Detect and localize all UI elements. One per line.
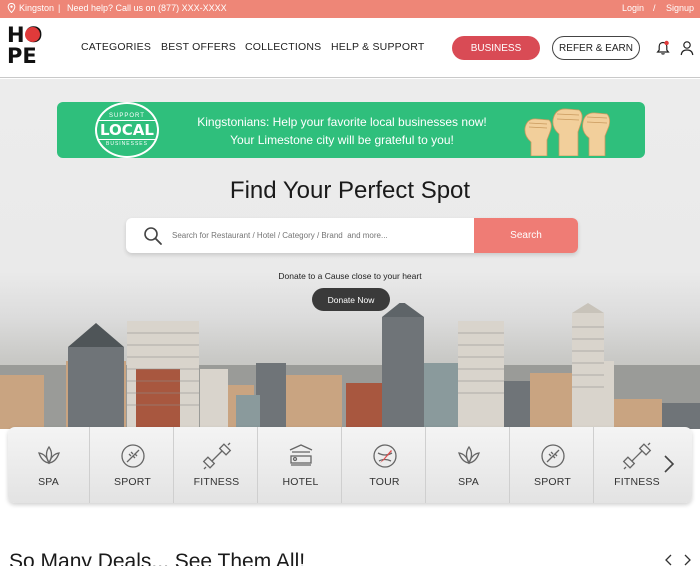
search-input[interactable] [172, 226, 462, 245]
category-sport[interactable]: SPORT [92, 427, 174, 503]
chevron-left-icon [665, 554, 672, 566]
banner-line-2: Your Limestone city will be grateful to … [230, 133, 454, 147]
top-bar: Kingston | Need help? Call us on (877) X… [0, 0, 700, 18]
hotel-bed-icon [289, 444, 312, 466]
nav-categories[interactable]: CATEGORIES [81, 41, 151, 53]
category-tour[interactable]: TOUR [344, 427, 426, 503]
topbar-separator: | [58, 3, 61, 13]
football-icon [120, 444, 145, 468]
lotus-icon [457, 445, 480, 465]
location-pin-icon [7, 3, 16, 13]
location-label: Kingston [19, 3, 55, 13]
football-icon [540, 444, 565, 468]
category-fitness[interactable]: FITNESS [176, 427, 258, 503]
chevron-right-icon[interactable] [660, 453, 678, 475]
stamp-top-text: SUPPORT [109, 113, 145, 119]
business-button[interactable]: BUSINESS [452, 36, 540, 60]
main-header: HO PE CATEGORIES BEST OFFERS COLLECTIONS… [0, 18, 700, 78]
user-profile-icon[interactable] [680, 40, 694, 56]
chevron-right-icon [684, 554, 691, 566]
donate-text: Donate to a Cause close to your heart [278, 271, 422, 281]
category-spa[interactable]: SPA [428, 427, 510, 503]
banner-line-1: Kingstonians: Help your favorite local b… [197, 115, 487, 129]
search-button[interactable]: Search [474, 218, 578, 253]
category-label: SPORT [114, 476, 151, 488]
search-bar: Search [126, 218, 578, 253]
location-selector[interactable]: Kingston [7, 3, 54, 13]
nav-collections[interactable]: COLLECTIONS [245, 41, 321, 53]
hope-logo[interactable]: HO PE [7, 25, 43, 69]
category-label: HOTEL [282, 476, 319, 488]
auth-separator: / [653, 3, 656, 13]
support-local-stamp: SUPPORT LOCAL BUSINESSES [95, 102, 159, 158]
maple-leaf-icon [25, 27, 40, 42]
deals-heading: So Many Deals... See Them All! [9, 550, 306, 566]
dumbbell-icon [202, 442, 231, 470]
logo-row-2: PE [7, 44, 37, 68]
city-skyline-image [0, 303, 700, 429]
dumbbell-icon [622, 442, 652, 470]
signup-link[interactable]: Signup [666, 3, 694, 13]
deals-carousel-arrows[interactable] [663, 554, 693, 566]
hero-title: Find Your Perfect Spot [229, 177, 471, 204]
category-sport[interactable]: SPORT [512, 427, 594, 503]
category-spa[interactable]: SPA [8, 427, 90, 503]
help-phone-text: Need help? Call us on (877) XXX-XXXX [67, 3, 227, 13]
globe-plane-icon [372, 444, 397, 468]
login-link[interactable]: Login [622, 3, 644, 13]
category-label: SPORT [534, 476, 571, 488]
category-hotel[interactable]: HOTEL [260, 427, 342, 503]
raised-fists-illustration [524, 108, 611, 156]
category-label: FITNESS [614, 476, 660, 488]
nav-best-offers[interactable]: BEST OFFERS [161, 41, 236, 53]
hero-section: SUPPORT LOCAL BUSINESSES Kingstonians: H… [0, 79, 700, 429]
stamp-bottom-text: BUSINESSES [106, 141, 148, 147]
category-label: FITNESS [193, 476, 240, 488]
support-local-banner[interactable]: SUPPORT LOCAL BUSINESSES Kingstonians: H… [57, 102, 645, 158]
category-label: SPA [458, 476, 479, 488]
notification-bell-icon[interactable] [656, 40, 670, 56]
nav-help-support[interactable]: HELP & SUPPORT [331, 41, 424, 53]
refer-earn-button[interactable]: REFER & EARN [552, 36, 640, 60]
category-label: SPA [38, 476, 59, 488]
lotus-icon [37, 445, 60, 465]
stamp-main-text: LOCAL [98, 120, 156, 140]
category-label: TOUR [369, 476, 400, 488]
category-carousel: SPA SPORT FITNESS HOTEL TOUR SPA SPORT F… [8, 427, 692, 503]
search-icon[interactable] [143, 226, 163, 246]
